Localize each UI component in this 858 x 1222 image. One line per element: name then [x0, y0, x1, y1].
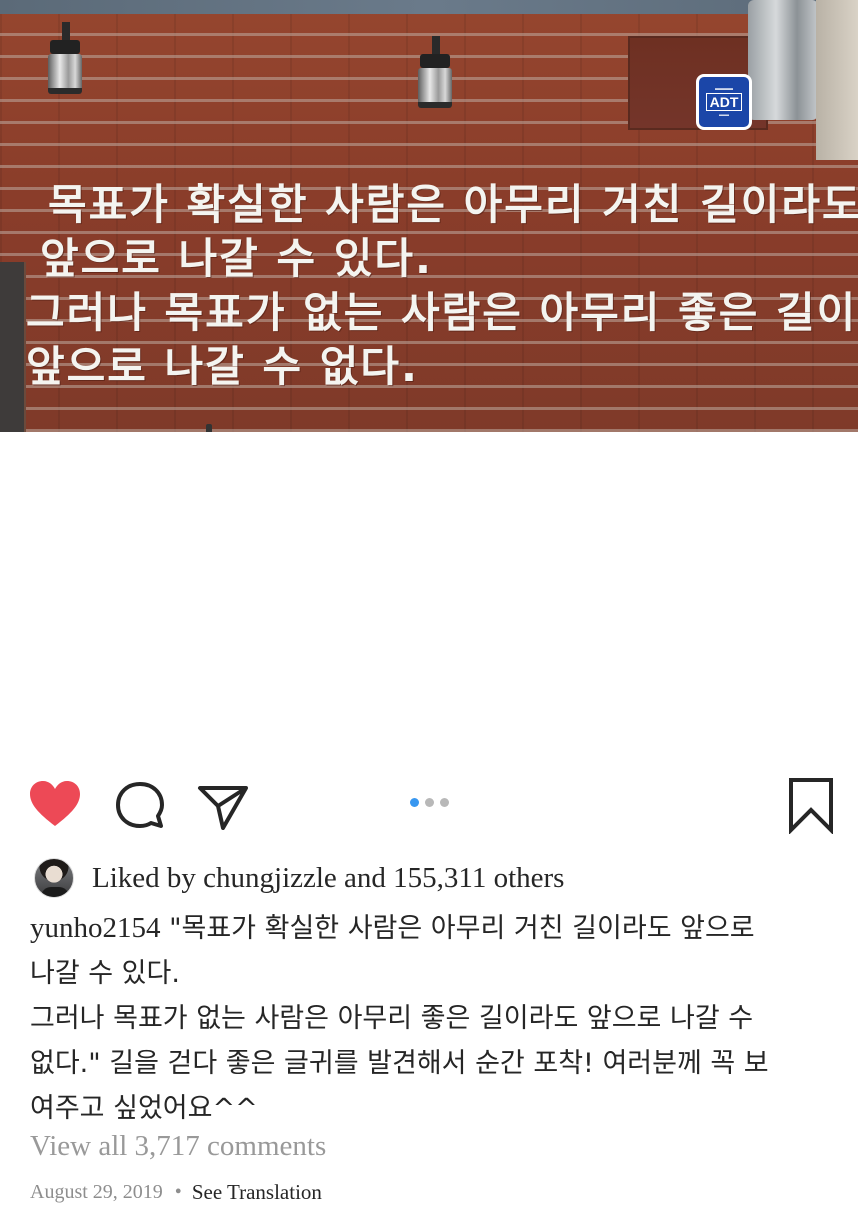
- meta-separator: •: [174, 1181, 182, 1203]
- comment-button[interactable]: [114, 780, 166, 830]
- caption-text: "목표가 확실한 사람은 아무리 거친 길이라도 앞으로: [160, 913, 755, 944]
- like-button[interactable]: [28, 780, 82, 830]
- save-button[interactable]: [786, 776, 836, 835]
- caption-username[interactable]: yunho2154: [30, 912, 161, 944]
- photo-security-sign: ▬▬▬ ADT ▬▬: [696, 74, 752, 130]
- photo-wall-edge: [816, 0, 858, 160]
- caption-line: 없다." 길을 걷다 좋은 글귀를 발견해서 순간 포착! 여러분께 꼭 보: [30, 1048, 769, 1079]
- caption-line: 여주고 싶었어요^^: [30, 1093, 258, 1124]
- carousel-dot: [440, 798, 449, 807]
- photo-wall-hook: [206, 424, 212, 432]
- carousel-indicator: [410, 798, 449, 808]
- photo-wall-lamp: [44, 22, 84, 102]
- caption-line: 그러나 목표가 없는 사람은 아무리 좋은 길이라도 앞으로 나갈 수: [30, 1003, 754, 1034]
- photo-sky-strip: [0, 0, 858, 14]
- caption-line: 나갈 수 있다.: [30, 958, 180, 989]
- caption-line: yunho2154 "목표가 확실한 사람은 아무리 거친 길이라도 앞으로: [30, 906, 830, 951]
- wall-text-line: 그러나 목표가 없는 사람은 아무리 좋은 길이라: [26, 288, 858, 337]
- comment-bubble-icon: [116, 782, 164, 828]
- see-translation-link[interactable]: See Translation: [192, 1180, 322, 1205]
- likes-count-text[interactable]: Liked by chungjizzle and 155,311 others: [92, 862, 564, 895]
- heart-icon: [30, 781, 80, 826]
- wall-text-line: 앞으로 나갈 수 없다.: [26, 342, 419, 391]
- wall-text-line: 앞으로 나갈 수 있다.: [40, 234, 433, 283]
- post-meta: August 29, 2019 • See Translation: [30, 1180, 322, 1205]
- post-caption: yunho2154 "목표가 확실한 사람은 아무리 거친 길이라도 앞으로 나…: [30, 906, 830, 1131]
- wall-text-line: 목표가 확실한 사람은 아무리 거친 길이라도: [48, 180, 858, 229]
- liker-avatar[interactable]: [34, 858, 74, 898]
- post-action-bar: [0, 770, 858, 835]
- paper-plane-icon: [198, 786, 248, 830]
- view-all-comments-link[interactable]: View all 3,717 comments: [30, 1130, 326, 1163]
- sign-bottom-stripe: ▬▬: [719, 112, 729, 118]
- post-photo[interactable]: ▬▬▬ ADT ▬▬ 목표가 확실한 사람은 아무리 거친 길이라도 앞으로 나…: [0, 0, 858, 432]
- carousel-dot: [425, 798, 434, 807]
- sign-top-stripe: ▬▬▬: [715, 86, 733, 92]
- photo-duct-pipe: [748, 0, 818, 120]
- share-button[interactable]: [196, 780, 250, 830]
- likes-row: Liked by chungjizzle and 155,311 others: [34, 856, 564, 900]
- photo-door-frame: [0, 262, 26, 432]
- photo-wall-text: 목표가 확실한 사람은 아무리 거친 길이라도 앞으로 나갈 수 있다. 그러나…: [26, 178, 858, 394]
- photo-wall-lamp: [414, 36, 454, 116]
- post-date: August 29, 2019: [30, 1181, 163, 1203]
- carousel-dot-active: [410, 798, 419, 807]
- sign-logo: ADT: [705, 93, 743, 111]
- bookmark-icon: [789, 778, 833, 835]
